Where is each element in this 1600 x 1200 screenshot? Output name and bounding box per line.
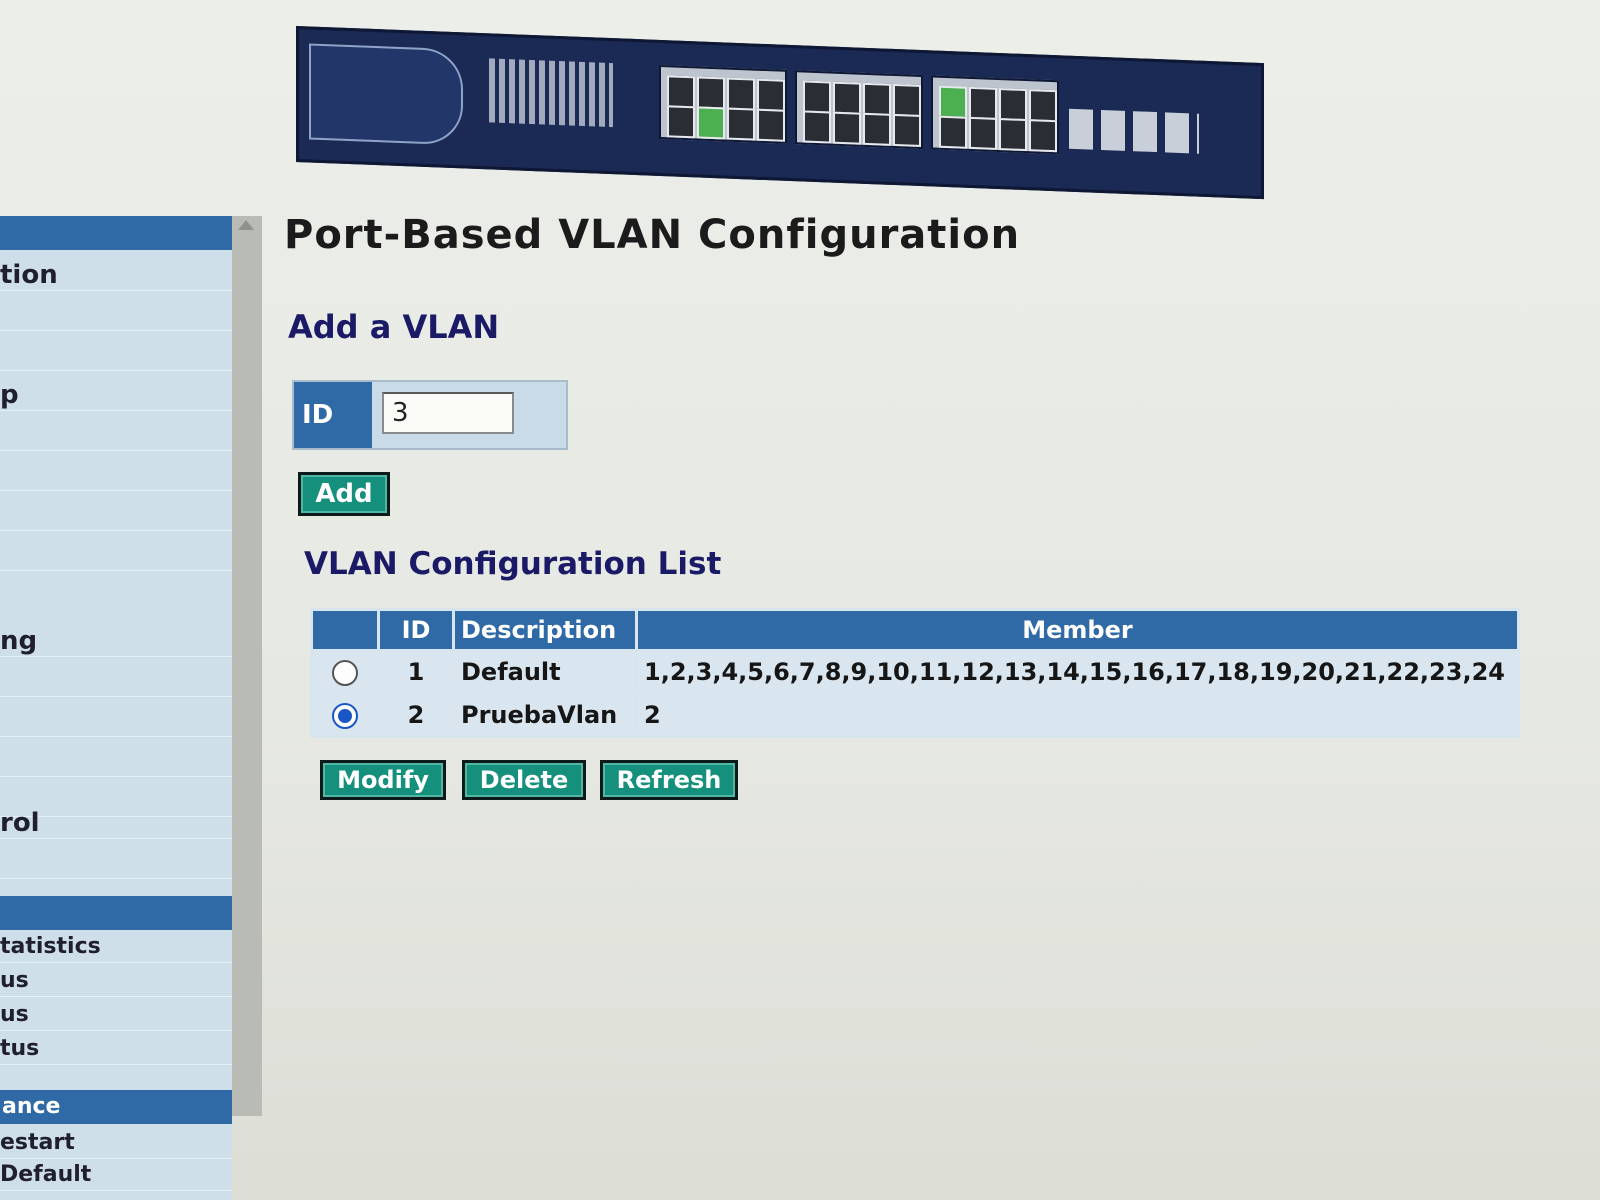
row-select-cell[interactable] — [313, 695, 377, 735]
sidebar-item[interactable] — [0, 540, 232, 571]
port-group-3 — [931, 75, 1059, 155]
sidebar-section-header — [0, 896, 232, 930]
sidebar-item[interactable]: estart — [0, 1128, 232, 1159]
sidebar-item[interactable] — [0, 706, 232, 737]
select-column-header — [313, 611, 377, 649]
sidebar-item[interactable]: ng — [0, 626, 232, 657]
sidebar-item[interactable]: tion — [0, 260, 232, 291]
vlan-list-heading: VLAN Configuration List — [304, 546, 722, 582]
page-title: Port-Based VLAN Configuration — [284, 212, 1021, 258]
table-header-row: ID Description Member — [313, 611, 1517, 649]
sidebar-item[interactable]: tus — [0, 1034, 232, 1065]
sidebar-item[interactable] — [0, 420, 232, 451]
sidebar-item[interactable]: us — [0, 966, 232, 997]
description-column-header: Description — [455, 611, 635, 649]
table-row: 2 PruebaVlan 2 — [313, 695, 1517, 735]
vlan-id-label: ID — [294, 382, 372, 448]
sidebar-item[interactable] — [0, 300, 232, 331]
vlan-member-cell: 1,2,3,4,5,6,7,8,9,10,11,12,13,14,15,16,1… — [638, 652, 1517, 692]
sidebar-item[interactable]: rol — [0, 808, 232, 839]
vlan-id-input[interactable] — [382, 392, 514, 434]
sidebar-section-label: ance — [2, 1094, 61, 1119]
member-column-header: Member — [638, 611, 1517, 649]
brand-logo — [309, 43, 463, 146]
sidebar-item[interactable] — [0, 746, 232, 777]
vlan-member-cell: 2 — [638, 695, 1517, 735]
sidebar-item[interactable]: Default — [0, 1160, 232, 1191]
sidebar-item[interactable] — [0, 460, 232, 491]
sidebar-item[interactable]: tatistics — [0, 932, 232, 963]
vlan-id-cell: 1 — [380, 652, 452, 692]
vlan-id-cell: 2 — [380, 695, 452, 735]
vlan-id-form: ID — [292, 380, 568, 450]
sidebar-menu: tion p ng rol tatistics us us tus ance e… — [0, 216, 232, 1200]
vlan-description-cell: Default — [455, 652, 635, 692]
port-group-2 — [795, 70, 923, 150]
table-row: 1 Default 1,2,3,4,5,6,7,8,9,10,11,12,13,… — [313, 652, 1517, 692]
sidebar-scrollbar[interactable] — [232, 216, 262, 1116]
sidebar-item[interactable]: us — [0, 1000, 232, 1031]
modify-button[interactable]: Modify — [320, 760, 446, 800]
row-select-cell[interactable] — [313, 652, 377, 692]
vlan-2-radio[interactable] — [332, 703, 358, 729]
status-leds — [489, 58, 613, 128]
add-vlan-heading: Add a VLAN — [288, 308, 500, 346]
add-button[interactable]: Add — [298, 472, 390, 516]
delete-button[interactable]: Delete — [462, 760, 586, 800]
sidebar-item[interactable] — [0, 666, 232, 697]
vlan-description-cell: PruebaVlan — [455, 695, 635, 735]
sidebar-item[interactable]: p — [0, 380, 232, 411]
sidebar-section-header — [0, 216, 232, 250]
sidebar-item[interactable] — [0, 340, 232, 371]
sfp-ports — [1069, 108, 1199, 154]
port-group-1 — [659, 64, 787, 144]
sidebar-item[interactable] — [0, 500, 232, 531]
sidebar-section-header: ance — [0, 1090, 232, 1124]
scroll-up-arrow-icon[interactable] — [238, 220, 254, 230]
id-column-header: ID — [380, 611, 452, 649]
sidebar-item[interactable] — [0, 848, 232, 879]
vlan-1-radio[interactable] — [332, 660, 358, 686]
refresh-button[interactable]: Refresh — [600, 760, 738, 800]
vlan-config-table: ID Description Member 1 Default 1,2,3,4,… — [310, 608, 1520, 738]
